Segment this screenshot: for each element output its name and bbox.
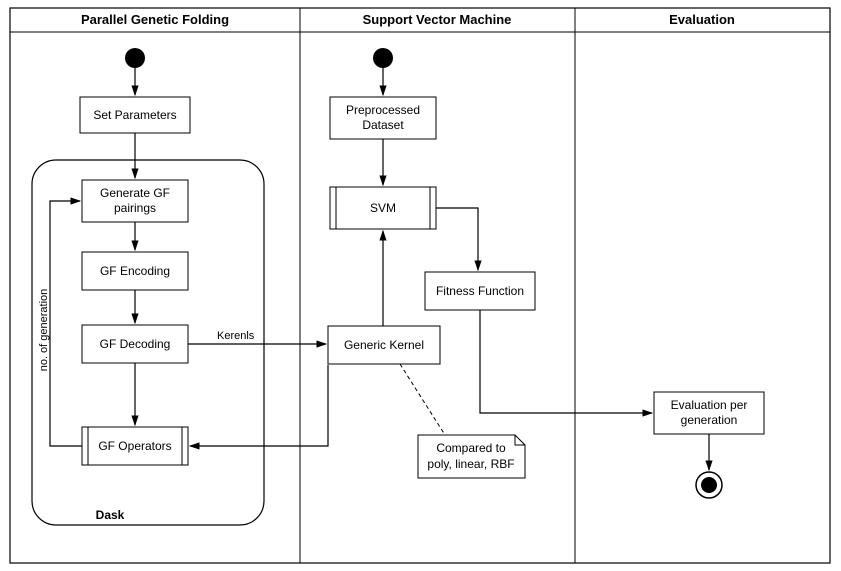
note-l1: Compared to — [436, 441, 506, 455]
lane-header-2: Support Vector Machine — [363, 12, 512, 27]
text-preproc-1: Preprocessed — [346, 103, 420, 117]
text-gf-decoding: GF Decoding — [100, 337, 171, 351]
text-svm: SVM — [370, 201, 396, 215]
text-preproc-2: Dataset — [362, 118, 404, 132]
note-l2: poly, linear, RBF — [427, 457, 514, 471]
text-gen-pairings-1: Generate GF — [100, 186, 170, 200]
dask-label: Dask — [96, 508, 125, 522]
lane-header-3: Evaluation — [669, 12, 735, 27]
start-node-2 — [373, 48, 393, 68]
text-gen-pairings-2: pairings — [114, 201, 156, 215]
text-gf-encoding: GF Encoding — [100, 264, 170, 278]
text-gf-operators: GF Operators — [98, 439, 171, 453]
text-generic-kernel: Generic Kernel — [344, 338, 424, 352]
lane-header-1: Parallel Genetic Folding — [81, 12, 229, 27]
note-kernel-compare: Compared to poly, linear, RBF — [418, 435, 525, 478]
text-set-parameters: Set Parameters — [93, 108, 176, 122]
start-node-1 — [125, 48, 145, 68]
end-node-inner — [701, 477, 717, 493]
label-no-generation: no. of generation — [38, 289, 50, 372]
label-kernels: Kerenls — [217, 330, 255, 342]
text-fitness: Fitness Function — [436, 284, 524, 298]
text-eval-2: generation — [681, 413, 738, 427]
diagram-root: Parallel Genetic Folding Support Vector … — [0, 0, 841, 571]
text-eval-1: Evaluation per — [671, 398, 748, 412]
